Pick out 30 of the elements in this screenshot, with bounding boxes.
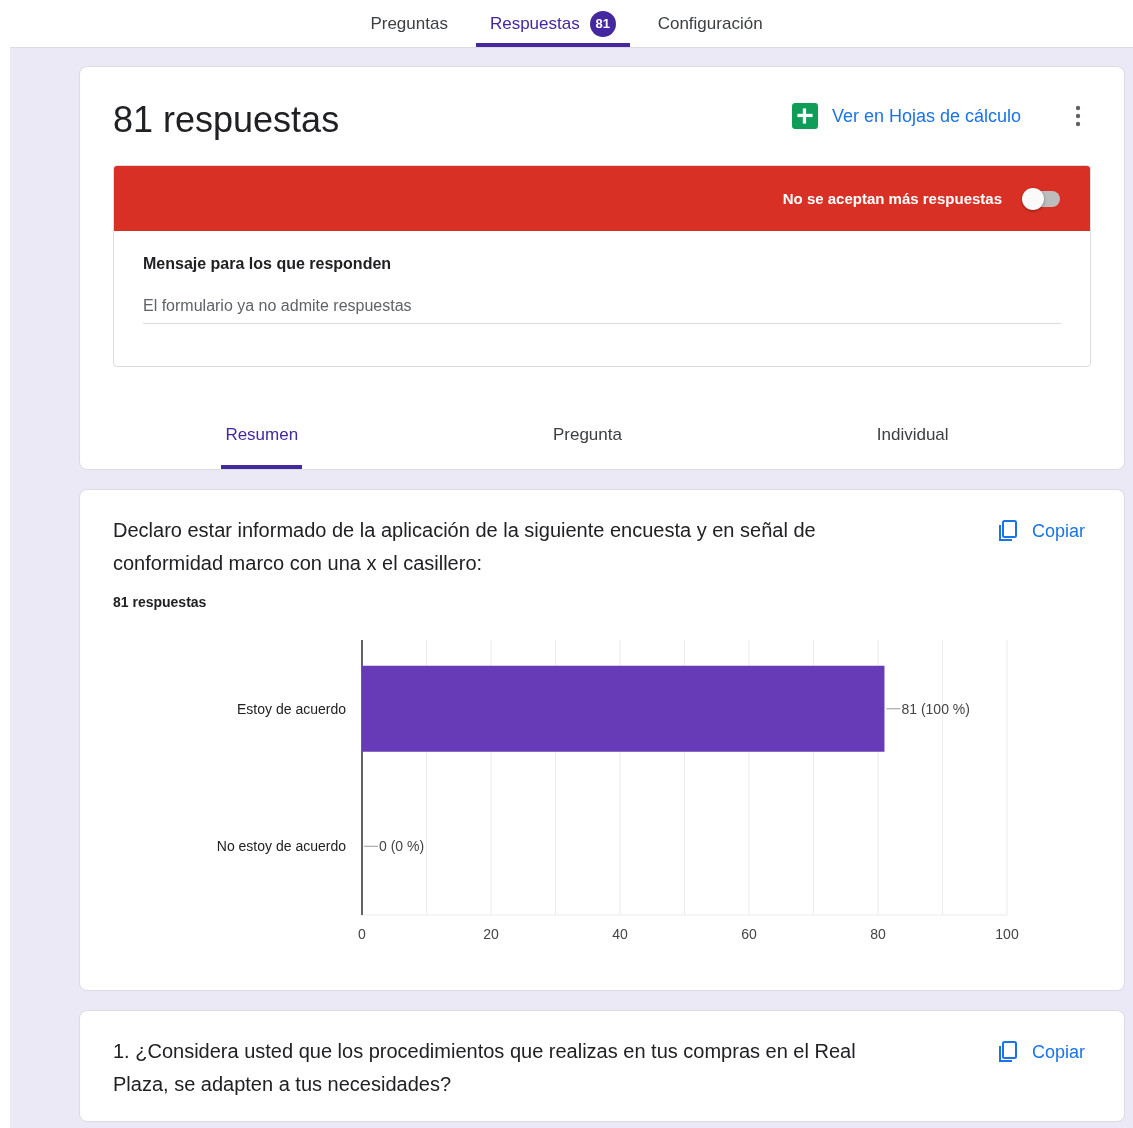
axis-tick-label: 20	[483, 926, 499, 942]
category-label: Estoy de acuerdo	[237, 700, 346, 717]
leader-line	[885, 708, 901, 710]
leader-line	[363, 845, 379, 847]
view-tab[interactable]: Pregunta	[548, 411, 626, 469]
question-title: 1. ¿Considera usted que los procedimientos que realizas en tus compras en el Real Plaza, se adapten a tus necesidades?	[113, 1039, 857, 1097]
copy-button[interactable]: Copiar	[989, 514, 1091, 548]
axis-tick-label: 100	[995, 926, 1019, 942]
value-label: 81 (100 %)	[901, 700, 970, 717]
category-label: No estoy de acuerdo	[216, 838, 346, 855]
view-in-sheets-link[interactable]: Ver en Hojas de cálculo	[831, 105, 1021, 127]
axis-tick-label: 60	[741, 926, 757, 942]
accepting-toggle[interactable]	[1024, 190, 1060, 207]
question-title: Declaro estar informado de la aplicación de la siguiente encuesta y en señal de conformidad marco con una x el casillero:	[113, 518, 817, 576]
axis-tick-label: 0	[358, 926, 366, 942]
axis-tick-label: 80	[870, 926, 886, 942]
nav-tab[interactable]: Preguntas	[356, 4, 462, 47]
more-options-icon[interactable]	[1075, 104, 1081, 128]
view-tab[interactable]: Resumen	[221, 411, 303, 469]
nav-tab[interactable]: Configuración	[643, 4, 777, 47]
responses-title: 81 respuestas	[113, 98, 340, 141]
axis-tick-label: 40	[612, 926, 628, 942]
response-count: 81 respuestas	[113, 594, 208, 610]
copy-button[interactable]: Copiar	[989, 1035, 1091, 1069]
spreadsheet-icon	[791, 103, 818, 129]
banner-text: No se aceptan más respuestas	[782, 190, 1002, 207]
view-tab[interactable]: Individual	[872, 411, 953, 469]
count-badge: 81	[589, 10, 616, 37]
value-label: 0 (0 %)	[379, 838, 425, 855]
message-label: Mensaje para los que responden	[143, 255, 393, 273]
